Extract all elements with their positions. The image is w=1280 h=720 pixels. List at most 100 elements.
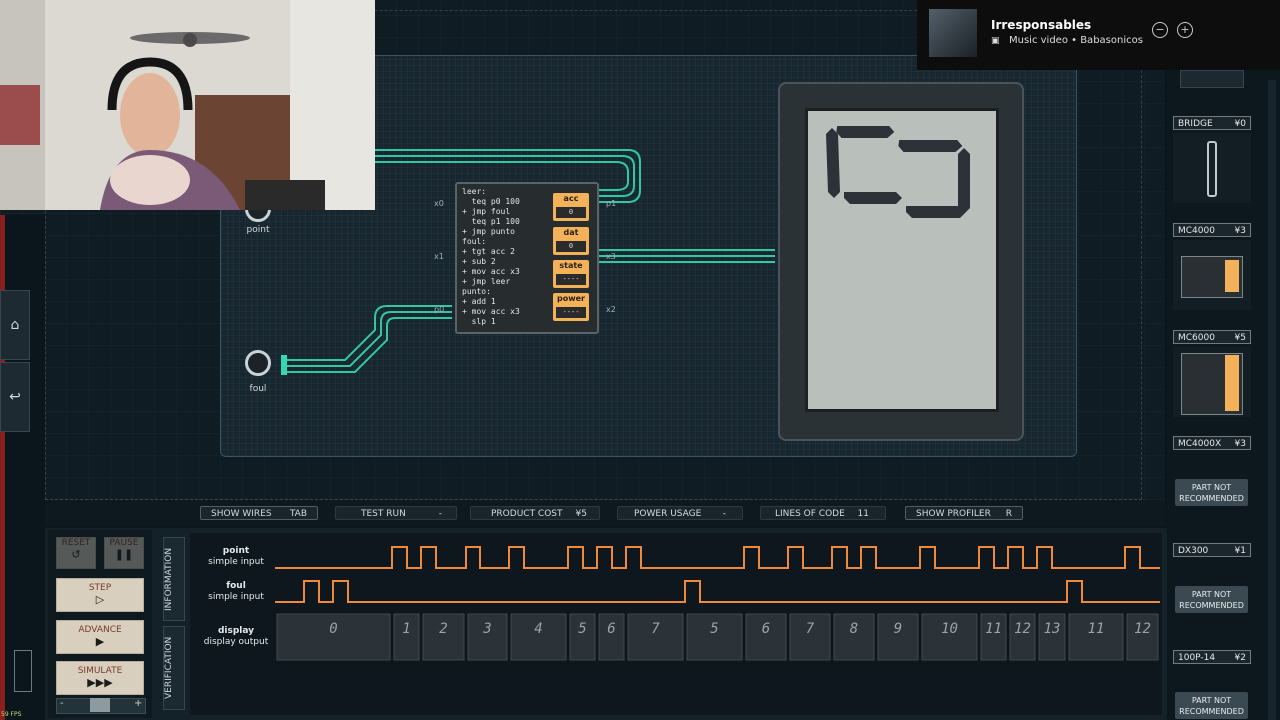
part-bridge-price: ¥0 xyxy=(1234,119,1246,129)
reset-label: RESET xyxy=(61,538,91,548)
part-mc4000x-price: ¥3 xyxy=(1234,439,1246,449)
show-profiler-key: R xyxy=(1005,509,1012,519)
point-input-label: point xyxy=(246,225,270,235)
display-cell-value: 12 xyxy=(1134,621,1151,637)
part-mc6000-name: MC6000 xyxy=(1178,333,1215,343)
reset-button[interactable]: RESET ↺ xyxy=(56,537,96,569)
register-power-name: power xyxy=(557,294,585,303)
register-dat: dat 0 xyxy=(553,227,589,255)
parts-scrollbar[interactable] xyxy=(1268,80,1276,720)
advance-icon: ▶ xyxy=(95,635,105,648)
register-dat-value: 0 xyxy=(556,241,586,252)
display-cell-value: 8 xyxy=(850,621,858,637)
plus-circle-icon[interactable]: + xyxy=(1177,22,1193,38)
mc4000-registers xyxy=(1225,260,1239,292)
show-profiler-button[interactable]: SHOW PROFILER R xyxy=(905,506,1023,520)
register-dat-name: dat xyxy=(563,228,579,237)
part-mc6000-preview[interactable] xyxy=(1173,347,1251,417)
pause-icon: ❚❚ xyxy=(114,548,134,561)
register-acc-name: acc xyxy=(563,194,579,203)
pin-x0[interactable]: x0 xyxy=(434,199,444,208)
part-bridge[interactable]: BRIDGE ¥0 xyxy=(1173,116,1251,130)
mcu-code-editor[interactable]: leer: teq p0 100 + jmp foul teq p1 100 +… xyxy=(462,187,552,327)
register-acc: acc 0 xyxy=(553,193,589,221)
display-cell-value: 5 xyxy=(710,621,718,637)
tab-information[interactable]: INFORMATION xyxy=(163,537,185,621)
display-output-cells: 0 1 2 3 4 5 6 7 5 6 7 8 9 10 11 12 13 11 12 xyxy=(276,613,1159,661)
part-dx300-price: ¥1 xyxy=(1234,546,1246,556)
display-cell-value: 6 xyxy=(762,621,770,637)
home-icon: ⌂ xyxy=(10,317,20,333)
display-cell-value: 5 xyxy=(578,621,586,637)
display-cell-value: 12 xyxy=(1014,621,1031,637)
tab-verification[interactable]: VERIFICATION xyxy=(163,626,185,710)
part-mc4000x[interactable]: MC4000X ¥3 xyxy=(1173,436,1251,450)
part-mc4000-preview[interactable] xyxy=(1173,240,1251,310)
mc6000-registers xyxy=(1225,355,1239,411)
display-cell-value: 10 xyxy=(941,621,958,637)
undo-icon: ↩ xyxy=(9,389,21,405)
display-cell-value: 1 xyxy=(402,621,410,637)
minus-circle-icon[interactable]: − xyxy=(1152,22,1168,38)
show-wires-key: TAB xyxy=(289,509,307,519)
speed-slider-handle[interactable] xyxy=(90,698,110,712)
part-mc6000-price: ¥5 xyxy=(1234,333,1246,343)
pin-x1[interactable]: x1 xyxy=(434,252,444,261)
signal-foul: foul simple input xyxy=(198,581,274,603)
album-art xyxy=(929,9,977,57)
display-cell-value: 4 xyxy=(534,621,542,637)
pause-button[interactable]: PAUSE ❚❚ xyxy=(104,537,144,569)
pin-p1[interactable]: p1 xyxy=(606,199,616,208)
display-cell-value: 3 xyxy=(482,621,491,637)
simulate-button[interactable]: SIMULATE ▶▶▶ xyxy=(56,661,144,695)
part-mc4000x-warning: PART NOT RECOMMENDED xyxy=(1175,479,1248,506)
foul-trace xyxy=(275,580,1160,603)
display-cell-value: 11 xyxy=(1088,621,1105,637)
register-state: state ---- xyxy=(553,260,589,288)
step-label: STEP xyxy=(88,583,112,593)
part-100p14[interactable]: 100P-14 ¥2 xyxy=(1173,650,1251,664)
game-logo xyxy=(14,650,32,692)
register-acc-value: 0 xyxy=(556,207,586,218)
signal-point-type: simple input xyxy=(208,557,264,567)
part-bridge-preview[interactable] xyxy=(1173,133,1251,203)
part-mc6000[interactable]: MC6000 ¥5 xyxy=(1173,330,1251,344)
part-100p14-price: ¥2 xyxy=(1234,653,1246,663)
reset-icon: ↺ xyxy=(71,548,81,561)
test-run-label: TEST RUN xyxy=(361,509,406,519)
part-100p14-name: 100P-14 xyxy=(1178,653,1216,663)
product-cost-value: ¥5 xyxy=(575,509,587,519)
fps-counter: 59 FPS xyxy=(1,711,22,718)
signal-display-name: display xyxy=(217,626,255,636)
slower-icon[interactable]: - xyxy=(60,698,64,709)
undo-button[interactable]: ↩ xyxy=(0,362,30,432)
signal-point-name: point xyxy=(222,546,250,556)
foul-input-label: foul xyxy=(249,384,267,394)
simulate-label: SIMULATE xyxy=(77,666,123,676)
display-cell-value: 6 xyxy=(607,621,615,637)
seven-segment-digit xyxy=(826,126,970,218)
register-state-name: state xyxy=(559,261,583,270)
part-dx300[interactable]: DX300 ¥1 xyxy=(1173,543,1251,557)
faster-icon[interactable]: + xyxy=(134,698,142,709)
foul-input-port[interactable] xyxy=(245,350,271,376)
signal-display-type: display output xyxy=(203,637,269,647)
display-cell-value: 2 xyxy=(439,621,447,637)
part-mc4000[interactable]: MC4000 ¥3 xyxy=(1173,223,1251,237)
pin-x2[interactable]: x2 xyxy=(606,305,616,314)
pin-x3[interactable]: x3 xyxy=(606,252,616,261)
signal-foul-type: simple input xyxy=(208,592,264,602)
advance-label: ADVANCE xyxy=(78,625,122,635)
lines-of-code-value: 11 xyxy=(857,509,869,519)
step-icon: ▷ xyxy=(95,593,105,606)
bridge-shape xyxy=(1207,141,1217,197)
point-trace xyxy=(275,546,1160,569)
advance-button[interactable]: ADVANCE ▶ xyxy=(56,620,144,654)
video-icon: ▣ xyxy=(991,36,1000,46)
show-wires-button[interactable]: SHOW WIRES TAB xyxy=(200,506,318,520)
register-power: power ---- xyxy=(553,293,589,321)
pin-p0[interactable]: p0 xyxy=(434,305,444,314)
home-button[interactable]: ⌂ xyxy=(0,290,30,360)
lines-of-code-label: LINES OF CODE xyxy=(775,509,845,519)
step-button[interactable]: STEP ▷ xyxy=(56,578,144,612)
